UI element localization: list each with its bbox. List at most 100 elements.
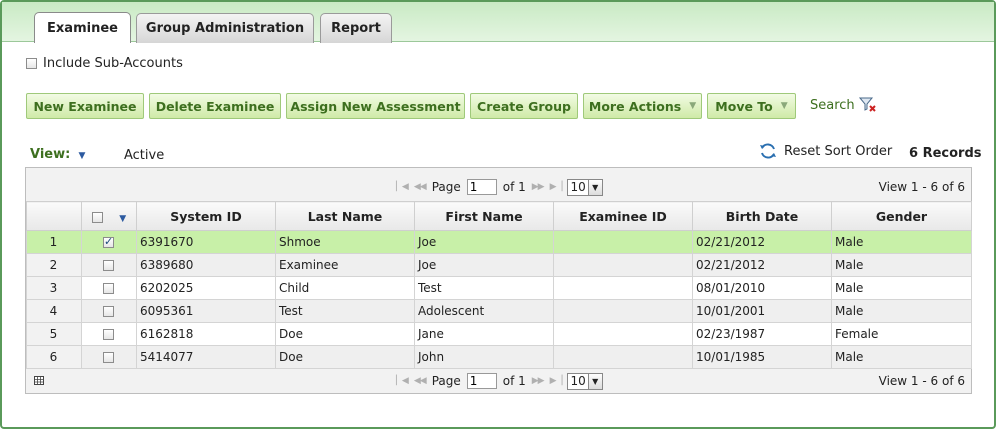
assign-new-assessment-button[interactable]: Assign New Assessment bbox=[286, 93, 465, 119]
move-to-label: Move To bbox=[715, 98, 773, 114]
page-size-select[interactable]: 10 ▼ bbox=[567, 178, 603, 196]
page-number-input[interactable] bbox=[466, 179, 497, 195]
search-label: Search bbox=[810, 97, 855, 113]
app-frame: Examinee Group Administration Report Inc… bbox=[0, 0, 996, 429]
examinee-id-cell bbox=[553, 276, 693, 300]
birth-date-cell: 02/21/2012 bbox=[692, 253, 832, 277]
row-number-cell: 1 bbox=[26, 230, 82, 254]
page-size-value: 10 bbox=[570, 374, 586, 388]
column-header-first-name[interactable]: First Name bbox=[414, 201, 554, 231]
create-group-button[interactable]: Create Group bbox=[470, 93, 578, 119]
column-header-gender[interactable]: Gender bbox=[831, 201, 972, 231]
next-page-icon[interactable]: ▶▶ bbox=[532, 376, 545, 386]
row-select-checkbox[interactable] bbox=[103, 306, 114, 317]
include-sub-accounts[interactable]: Include Sub-Accounts bbox=[26, 56, 183, 71]
view-selector[interactable]: View: ▼ bbox=[30, 147, 85, 162]
row-number-cell: 5 bbox=[26, 322, 82, 346]
gender-cell: Male bbox=[831, 276, 972, 300]
first-name-cell: Joe bbox=[414, 253, 554, 277]
chevron-down-icon: ▼ bbox=[587, 179, 602, 195]
gender-cell: Male bbox=[831, 299, 972, 323]
last-name-cell: Test bbox=[275, 299, 415, 323]
more-actions-button[interactable]: More Actions ▼ bbox=[583, 93, 702, 119]
table-row[interactable]: 4 6095361 Test Adolescent 10/01/2001 Male bbox=[26, 299, 972, 323]
row-select-checkbox[interactable] bbox=[103, 352, 114, 363]
row-select-cell[interactable] bbox=[81, 299, 137, 323]
page-label: Page bbox=[431, 374, 461, 388]
select-all-checkbox[interactable] bbox=[91, 211, 103, 223]
table-row[interactable]: 2 6389680 Examinee Joe 02/21/2012 Male bbox=[26, 253, 972, 277]
row-select-checkbox[interactable] bbox=[103, 260, 114, 271]
view-label: View: bbox=[30, 147, 71, 162]
last-name-cell: Shmoe bbox=[275, 230, 415, 254]
record-count: 6 Records bbox=[909, 146, 982, 161]
previous-page-icon[interactable]: ◀◀ bbox=[414, 376, 427, 386]
first-name-cell: Test bbox=[414, 276, 554, 300]
last-page-icon[interactable]: ▶▕ bbox=[550, 182, 563, 192]
reset-sort-order-label: Reset Sort Order bbox=[784, 143, 893, 159]
row-select-cell[interactable] bbox=[81, 253, 137, 277]
previous-page-icon[interactable]: ◀◀ bbox=[414, 182, 427, 192]
row-select-cell[interactable] bbox=[81, 276, 137, 300]
page-total: of 1 bbox=[502, 374, 526, 388]
row-number-cell: 2 bbox=[26, 253, 82, 277]
gender-cell: Male bbox=[831, 230, 972, 254]
column-header-system-id[interactable]: System ID bbox=[136, 201, 276, 231]
new-examinee-button[interactable]: New Examinee bbox=[26, 93, 144, 119]
tab-bar: Examinee Group Administration Report bbox=[2, 2, 994, 43]
view-range-info: View 1 - 6 of 6 bbox=[878, 180, 965, 194]
next-page-icon[interactable]: ▶▶ bbox=[532, 182, 545, 192]
last-page-icon[interactable]: ▶▕ bbox=[550, 376, 563, 386]
examinee-grid: ▏◀ ◀◀ Page of 1 ▶▶ ▶▕ 10 ▼ View 1 - 6 of… bbox=[25, 167, 972, 394]
birth-date-cell: 08/01/2010 bbox=[692, 276, 832, 300]
table-row[interactable]: 3 6202025 Child Test 08/01/2010 Male bbox=[26, 276, 972, 300]
table-header-row: ▼ System ID Last Name First Name Examine… bbox=[26, 201, 972, 231]
refresh-icon bbox=[760, 143, 776, 159]
row-select-cell[interactable] bbox=[81, 230, 137, 254]
table-row[interactable]: 1 6391670ShmoeJoe 02/21/2012Male bbox=[26, 230, 972, 254]
chevron-down-icon: ▼ bbox=[689, 101, 697, 111]
filter-clear-icon bbox=[858, 97, 876, 112]
chevron-down-icon: ▼ bbox=[587, 373, 602, 389]
reset-sort-order-button[interactable]: Reset Sort Order bbox=[758, 142, 892, 160]
tab-group-administration[interactable]: Group Administration bbox=[136, 13, 314, 43]
page-size-select[interactable]: 10 ▼ bbox=[567, 372, 603, 390]
birth-date-cell: 02/23/1987 bbox=[692, 322, 832, 346]
birth-date-cell: 10/01/2001 bbox=[692, 299, 832, 323]
examinee-id-cell bbox=[553, 322, 693, 346]
examinee-id-cell bbox=[553, 299, 693, 323]
first-page-icon[interactable]: ▏◀ bbox=[396, 376, 409, 386]
gender-cell: Male bbox=[831, 253, 972, 277]
select-all-header[interactable]: ▼ bbox=[81, 201, 137, 231]
system-id-cell: 6202025 bbox=[136, 276, 276, 300]
page-size-value: 10 bbox=[570, 180, 586, 194]
move-to-button[interactable]: Move To ▼ bbox=[707, 93, 796, 119]
grid-options-icon[interactable] bbox=[34, 374, 44, 388]
table-row[interactable]: 5 6162818 Doe Jane 02/23/1987 Female bbox=[26, 322, 972, 346]
column-header-birth-date[interactable]: Birth Date bbox=[692, 201, 832, 231]
column-header-examinee-id[interactable]: Examinee ID bbox=[553, 201, 693, 231]
delete-examinee-button[interactable]: Delete Examinee bbox=[149, 93, 281, 119]
tab-examinee[interactable]: Examinee bbox=[34, 12, 131, 43]
examinee-id-cell bbox=[553, 253, 693, 277]
view-value: Active bbox=[124, 148, 165, 163]
page-label: Page bbox=[431, 180, 461, 194]
page-number-input[interactable] bbox=[466, 373, 497, 389]
last-name-cell: Child bbox=[275, 276, 415, 300]
first-page-icon[interactable]: ▏◀ bbox=[396, 182, 409, 192]
column-header-last-name[interactable]: Last Name bbox=[275, 201, 415, 231]
tab-report[interactable]: Report bbox=[320, 13, 392, 43]
more-actions-label: More Actions bbox=[588, 98, 682, 114]
row-select-checkbox[interactable] bbox=[103, 329, 114, 340]
last-name-cell: Doe bbox=[275, 322, 415, 346]
include-sub-accounts-checkbox[interactable] bbox=[26, 58, 37, 69]
row-number-header bbox=[26, 201, 82, 231]
search-button[interactable]: Search bbox=[810, 97, 877, 113]
system-id-cell: 6389680 bbox=[136, 253, 276, 277]
page-total: of 1 bbox=[502, 180, 526, 194]
row-select-checkbox[interactable] bbox=[103, 283, 114, 294]
row-select-cell[interactable] bbox=[81, 322, 137, 346]
chevron-down-icon[interactable]: ▼ bbox=[119, 214, 126, 224]
row-select-checkbox[interactable] bbox=[103, 235, 114, 248]
row-number-cell: 3 bbox=[26, 276, 82, 300]
